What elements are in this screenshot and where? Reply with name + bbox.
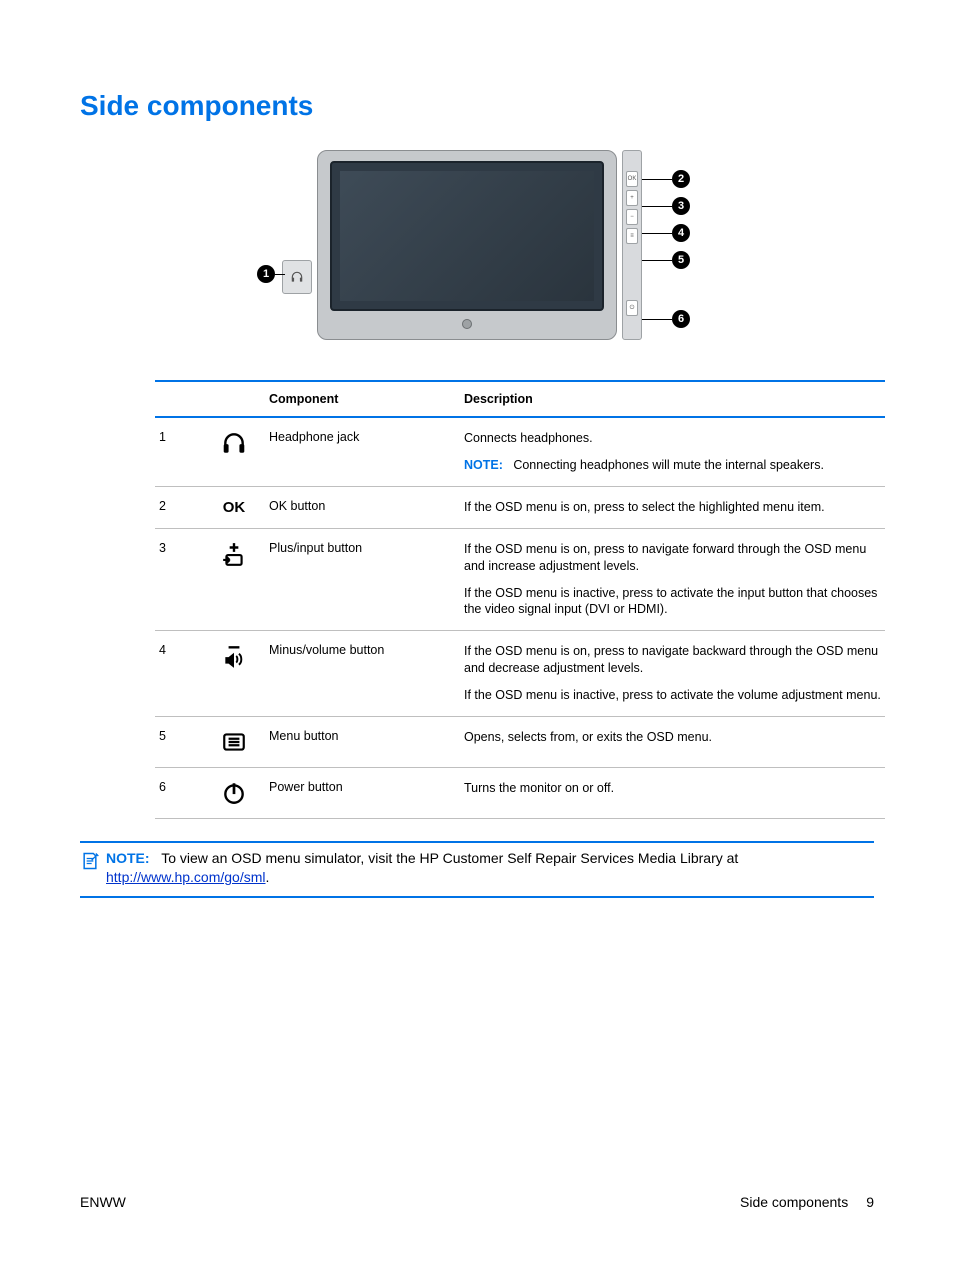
row-number: 6	[159, 780, 199, 794]
note-text-after: .	[266, 869, 270, 885]
table-header-row: Component Description	[155, 382, 885, 416]
callout-1: 1	[257, 265, 275, 283]
component-name: Headphone jack	[269, 430, 464, 444]
description-text: If the OSD menu is inactive, press to ac…	[464, 585, 881, 619]
table-row: 2 OK OK button If the OSD menu is on, pr…	[155, 487, 885, 528]
note-icon	[80, 849, 106, 888]
section-heading: Side components	[80, 90, 874, 122]
callout-4: 4	[672, 224, 690, 242]
row-number: 3	[159, 541, 199, 555]
page-footer: ENWW Side components 9	[80, 1194, 874, 1210]
note-text: To view an OSD menu simulator, visit the…	[161, 850, 738, 866]
note-link[interactable]: http://www.hp.com/go/sml	[106, 869, 266, 885]
callout-2: 2	[672, 170, 690, 188]
note-label: NOTE:	[106, 850, 150, 866]
description-text: Turns the monitor on or off.	[464, 780, 881, 797]
description-text: If the OSD menu is inactive, press to ac…	[464, 687, 881, 704]
menu-icon	[221, 729, 247, 755]
components-table: Component Description 1 Headphone jack C…	[155, 380, 885, 819]
component-name: Menu button	[269, 729, 464, 743]
callout-3: 3	[672, 197, 690, 215]
table-row: 3 Plus/input button If the OSD menu is o…	[155, 529, 885, 631]
description-text: If the OSD menu is on, press to navigate…	[464, 541, 881, 575]
monitor-screen	[340, 171, 594, 301]
note-label: NOTE:	[464, 458, 503, 472]
panel-plus-icon: +	[626, 190, 638, 206]
panel-ok-icon: OK	[626, 171, 638, 187]
description-text: Connects headphones.	[464, 430, 881, 447]
description-text: Connecting headphones will mute the inte…	[513, 458, 824, 472]
monitor-body	[317, 150, 617, 340]
header-component: Component	[269, 392, 464, 406]
note-box: NOTE: To view an OSD menu simulator, vis…	[80, 841, 874, 898]
component-name: Plus/input button	[269, 541, 464, 555]
table-row: 4 Minus/volume button If the OSD menu is…	[155, 631, 885, 716]
description-text: Opens, selects from, or exits the OSD me…	[464, 729, 881, 746]
header-description: Description	[464, 392, 881, 406]
component-name: Minus/volume button	[269, 643, 464, 657]
plus-input-icon	[221, 541, 247, 567]
description-text: If the OSD menu is on, press to select t…	[464, 499, 881, 516]
description-text: If the OSD menu is on, press to navigate…	[464, 643, 881, 677]
callout-5: 5	[672, 251, 690, 269]
monitor-diagram: OK + − ≡ ⏻ 1 2 3 4 5 6	[257, 150, 697, 350]
table-row: 6 Power button Turns the monitor on or o…	[155, 768, 885, 818]
headphone-jack-icon	[290, 270, 304, 284]
ok-icon: OK	[223, 499, 246, 516]
monitor-bezel	[330, 161, 604, 311]
footer-page-number: 9	[866, 1194, 874, 1210]
component-name: OK button	[269, 499, 464, 513]
panel-power-icon: ⏻	[626, 300, 638, 316]
row-number: 1	[159, 430, 199, 444]
callout-6: 6	[672, 310, 690, 328]
row-number: 2	[159, 499, 199, 513]
panel-minus-icon: −	[626, 209, 638, 225]
panel-menu-icon: ≡	[626, 228, 638, 244]
headphone-jack-block	[282, 260, 312, 294]
row-number: 4	[159, 643, 199, 657]
diagram-container: OK + − ≡ ⏻ 1 2 3 4 5 6	[80, 150, 874, 350]
row-number: 5	[159, 729, 199, 743]
footer-left: ENWW	[80, 1194, 126, 1210]
table-row: 1 Headphone jack Connects headphones. NO…	[155, 418, 885, 486]
footer-section: Side components	[740, 1194, 848, 1210]
headphone-icon	[221, 430, 247, 456]
minus-volume-icon	[221, 643, 247, 669]
hp-logo-icon	[462, 319, 472, 329]
table-row: 5 Menu button Opens, selects from, or ex…	[155, 717, 885, 767]
side-button-panel: OK + − ≡ ⏻	[622, 150, 642, 340]
component-name: Power button	[269, 780, 464, 794]
power-icon	[221, 780, 247, 806]
